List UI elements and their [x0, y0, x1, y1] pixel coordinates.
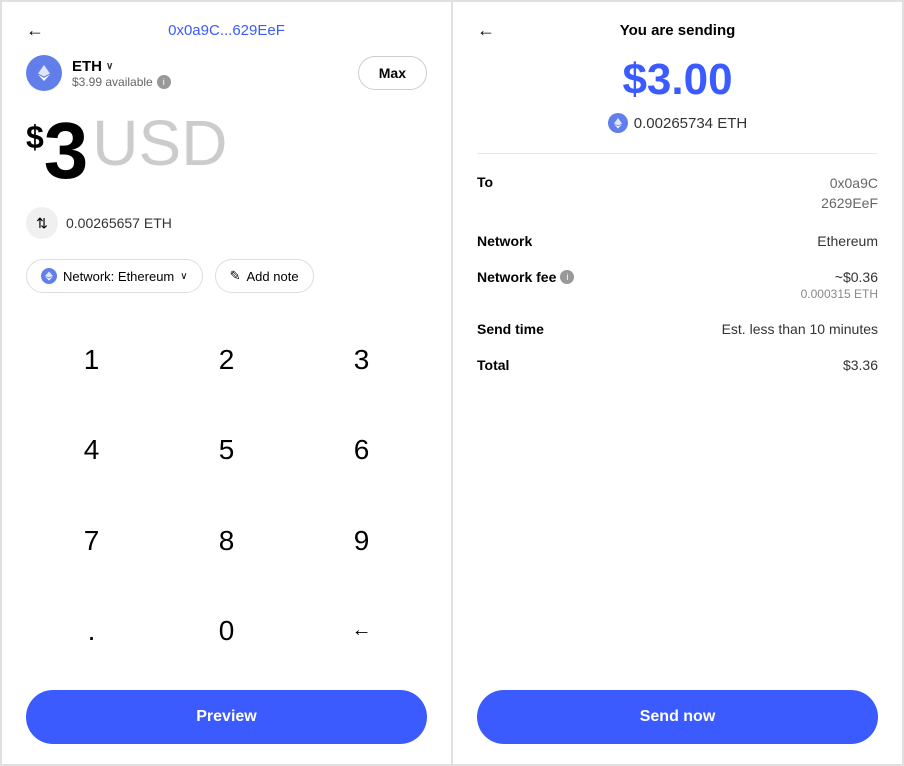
network-detail-value: Ethereum	[817, 233, 878, 249]
wallet-address[interactable]: 0x0a9C...629EeF	[168, 22, 285, 39]
chevron-down-icon: ∨	[106, 61, 113, 72]
key-2[interactable]: 2	[161, 317, 292, 403]
sending-eth-amount: 0.00265734 ETH	[634, 115, 747, 132]
eth-amount: 0.00265657 ETH	[66, 215, 172, 231]
back-button[interactable]: ←	[26, 20, 44, 41]
preview-button[interactable]: Preview	[26, 690, 427, 744]
dollar-sign: $	[26, 119, 44, 156]
amount-display: $ 3 USD	[26, 111, 427, 191]
to-label: To	[477, 174, 493, 190]
fee-row: Network fee i ~$0.36 0.000315 ETH	[477, 269, 878, 301]
add-note-label: Add note	[247, 269, 299, 284]
total-value: $3.36	[843, 357, 878, 373]
to-address-line2: 2629EeF	[821, 194, 878, 214]
sending-usd: $3.00	[477, 55, 878, 105]
eth-icon	[26, 55, 62, 91]
key-8[interactable]: 8	[161, 498, 292, 584]
max-button[interactable]: Max	[358, 56, 427, 90]
total-row: Total $3.36	[477, 357, 878, 373]
right-back-button[interactable]: ←	[477, 20, 495, 41]
key-4[interactable]: 4	[26, 407, 157, 493]
right-header: ← You are sending	[477, 22, 878, 39]
token-row: ETH ∨ $3.99 available i Max	[26, 55, 427, 91]
info-icon: i	[157, 75, 171, 89]
amount-currency: USD	[92, 111, 227, 175]
sending-eth-row: 0.00265734 ETH	[477, 113, 878, 133]
transaction-details: To 0x0a9C 2629EeF Network Ethereum Netwo…	[477, 174, 878, 690]
eth-icon-small	[608, 113, 628, 133]
token-available: $3.99 available i	[72, 75, 171, 89]
key-9[interactable]: 9	[296, 498, 427, 584]
key-5[interactable]: 5	[161, 407, 292, 493]
send-time-value: Est. less than 10 minutes	[722, 321, 878, 337]
key-3[interactable]: 3	[296, 317, 427, 403]
token-selector[interactable]: ETH ∨ $3.99 available i	[26, 55, 171, 91]
key-7[interactable]: 7	[26, 498, 157, 584]
amount-number: 3	[44, 111, 89, 191]
network-selector[interactable]: Network: Ethereum ∨	[26, 259, 203, 293]
key-dot[interactable]: .	[26, 588, 157, 674]
send-panel: ← 0x0a9C...629EeF ETH ∨ $3.	[1, 1, 452, 765]
to-address-line1: 0x0a9C	[821, 174, 878, 194]
divider	[477, 153, 878, 154]
network-icon	[41, 268, 57, 284]
confirm-panel: ← You are sending $3.00 0.00265734 ETH T…	[452, 1, 903, 765]
add-note-button[interactable]: ✎ Add note	[215, 259, 314, 293]
to-row: To 0x0a9C 2629EeF	[477, 174, 878, 213]
fee-value-group: ~$0.36 0.000315 ETH	[801, 269, 878, 301]
send-time-row: Send time Est. less than 10 minutes	[477, 321, 878, 337]
send-now-button[interactable]: Send now	[477, 690, 878, 744]
network-chevron-icon: ∨	[180, 271, 187, 282]
sending-amount: $3.00	[477, 55, 878, 105]
fee-usd-value: ~$0.36	[801, 269, 878, 285]
key-1[interactable]: 1	[26, 317, 157, 403]
token-details: ETH ∨ $3.99 available i	[72, 58, 171, 89]
action-row: Network: Ethereum ∨ ✎ Add note	[26, 259, 427, 293]
key-0[interactable]: 0	[161, 588, 292, 674]
total-label: Total	[477, 357, 509, 373]
left-header: ← 0x0a9C...629EeF	[26, 22, 427, 39]
key-backspace[interactable]: ←	[296, 588, 427, 674]
fee-eth-value: 0.000315 ETH	[801, 287, 878, 301]
right-header-title: You are sending	[620, 22, 736, 39]
swap-icon: ⇅	[36, 215, 48, 232]
token-name: ETH ∨	[72, 58, 171, 75]
fee-label-group: Network fee i	[477, 269, 574, 285]
fee-label: Network fee	[477, 269, 556, 285]
numpad: 1 2 3 4 5 6 7 8 9 . 0 ←	[26, 317, 427, 674]
fee-info-icon: i	[560, 270, 574, 284]
to-address: 0x0a9C 2629EeF	[821, 174, 878, 213]
send-time-label: Send time	[477, 321, 544, 337]
swap-currency-button[interactable]: ⇅	[26, 207, 58, 239]
key-6[interactable]: 6	[296, 407, 427, 493]
network-row: Network Ethereum	[477, 233, 878, 249]
network-detail-label: Network	[477, 233, 532, 249]
network-label: Network: Ethereum	[63, 269, 174, 284]
eth-equivalent: ⇅ 0.00265657 ETH	[26, 207, 427, 239]
pencil-icon: ✎	[230, 268, 241, 284]
